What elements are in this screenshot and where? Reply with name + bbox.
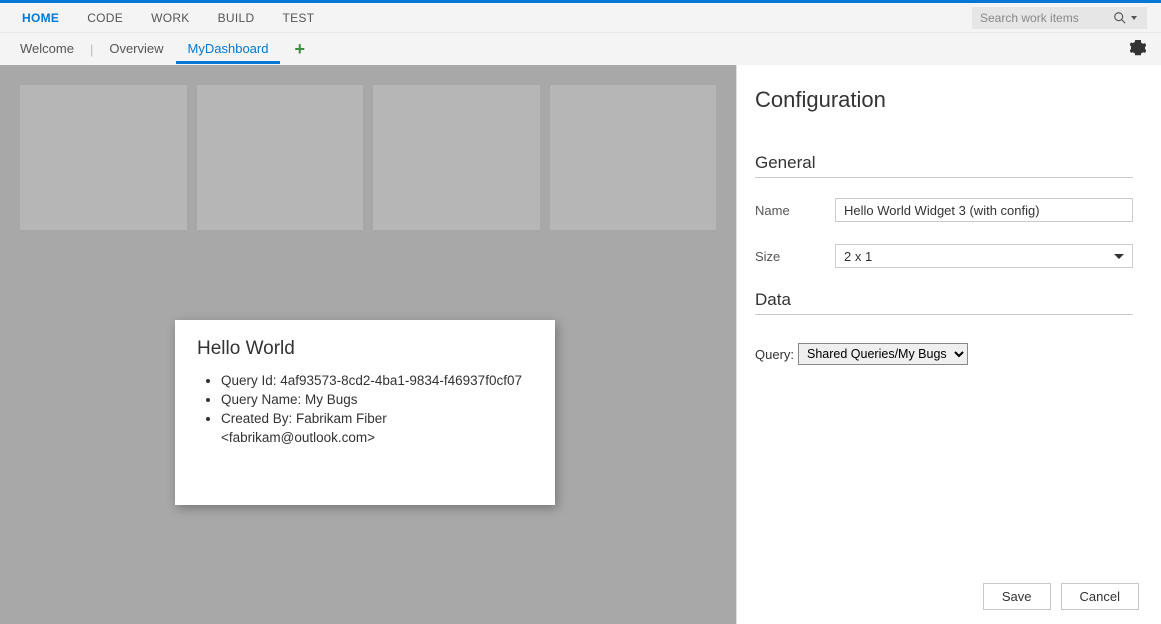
- config-title: Configuration: [755, 87, 1133, 113]
- widget-created-by: Created By: Fabrikam Fiber <fabrikam@out…: [221, 410, 533, 446]
- dashboard-tile-placeholder[interactable]: [20, 85, 187, 230]
- size-select-value: 2 x 1: [844, 249, 872, 264]
- query-label: Query:: [755, 347, 794, 362]
- subnav-mydashboard[interactable]: MyDashboard: [176, 35, 281, 64]
- nav-tab-work[interactable]: WORK: [137, 5, 204, 31]
- top-nav: HOME CODE WORK BUILD TEST: [0, 3, 1161, 33]
- dashboard-tile-placeholder[interactable]: [197, 85, 364, 230]
- widget-title: Hello World: [197, 338, 533, 360]
- size-label: Size: [755, 249, 835, 264]
- subnav-separator: |: [86, 42, 97, 57]
- dashboard-tile-placeholder[interactable]: [373, 85, 540, 230]
- cancel-button[interactable]: Cancel: [1061, 583, 1139, 610]
- dashboard-tile-placeholder[interactable]: [550, 85, 717, 230]
- size-select[interactable]: 2 x 1: [835, 244, 1133, 268]
- hello-world-widget[interactable]: Hello World Query Id: 4af93573-8cd2-4ba1…: [175, 320, 555, 505]
- data-section-header: Data: [755, 290, 1133, 315]
- settings-gear-icon[interactable]: [1129, 39, 1147, 57]
- subnav-overview[interactable]: Overview: [97, 35, 175, 64]
- search-icon[interactable]: [1112, 10, 1128, 26]
- search-dropdown-caret-icon[interactable]: [1131, 16, 1137, 20]
- save-button[interactable]: Save: [983, 583, 1051, 610]
- sub-nav: Welcome | Overview MyDashboard +: [0, 33, 1161, 65]
- add-dashboard-button[interactable]: +: [280, 40, 319, 58]
- search-box[interactable]: [972, 7, 1147, 29]
- query-select[interactable]: Shared Queries/My Bugs: [798, 343, 968, 365]
- dashboard-canvas: Hello World Query Id: 4af93573-8cd2-4ba1…: [0, 65, 736, 624]
- chevron-down-icon: [1114, 254, 1124, 259]
- widget-query-id: Query Id: 4af93573-8cd2-4ba1-9834-f46937…: [221, 372, 533, 390]
- widget-query-name: Query Name: My Bugs: [221, 391, 533, 409]
- search-input[interactable]: [972, 11, 1112, 25]
- name-label: Name: [755, 203, 835, 218]
- nav-tab-code[interactable]: CODE: [73, 5, 137, 31]
- nav-tab-build[interactable]: BUILD: [204, 5, 269, 31]
- nav-tab-home[interactable]: HOME: [8, 5, 73, 31]
- general-section-header: General: [755, 153, 1133, 178]
- nav-tab-test[interactable]: TEST: [268, 5, 328, 31]
- name-input[interactable]: [835, 198, 1133, 222]
- configuration-panel: Configuration General Name Size 2 x 1 Da…: [736, 65, 1161, 624]
- subnav-welcome[interactable]: Welcome: [8, 35, 86, 64]
